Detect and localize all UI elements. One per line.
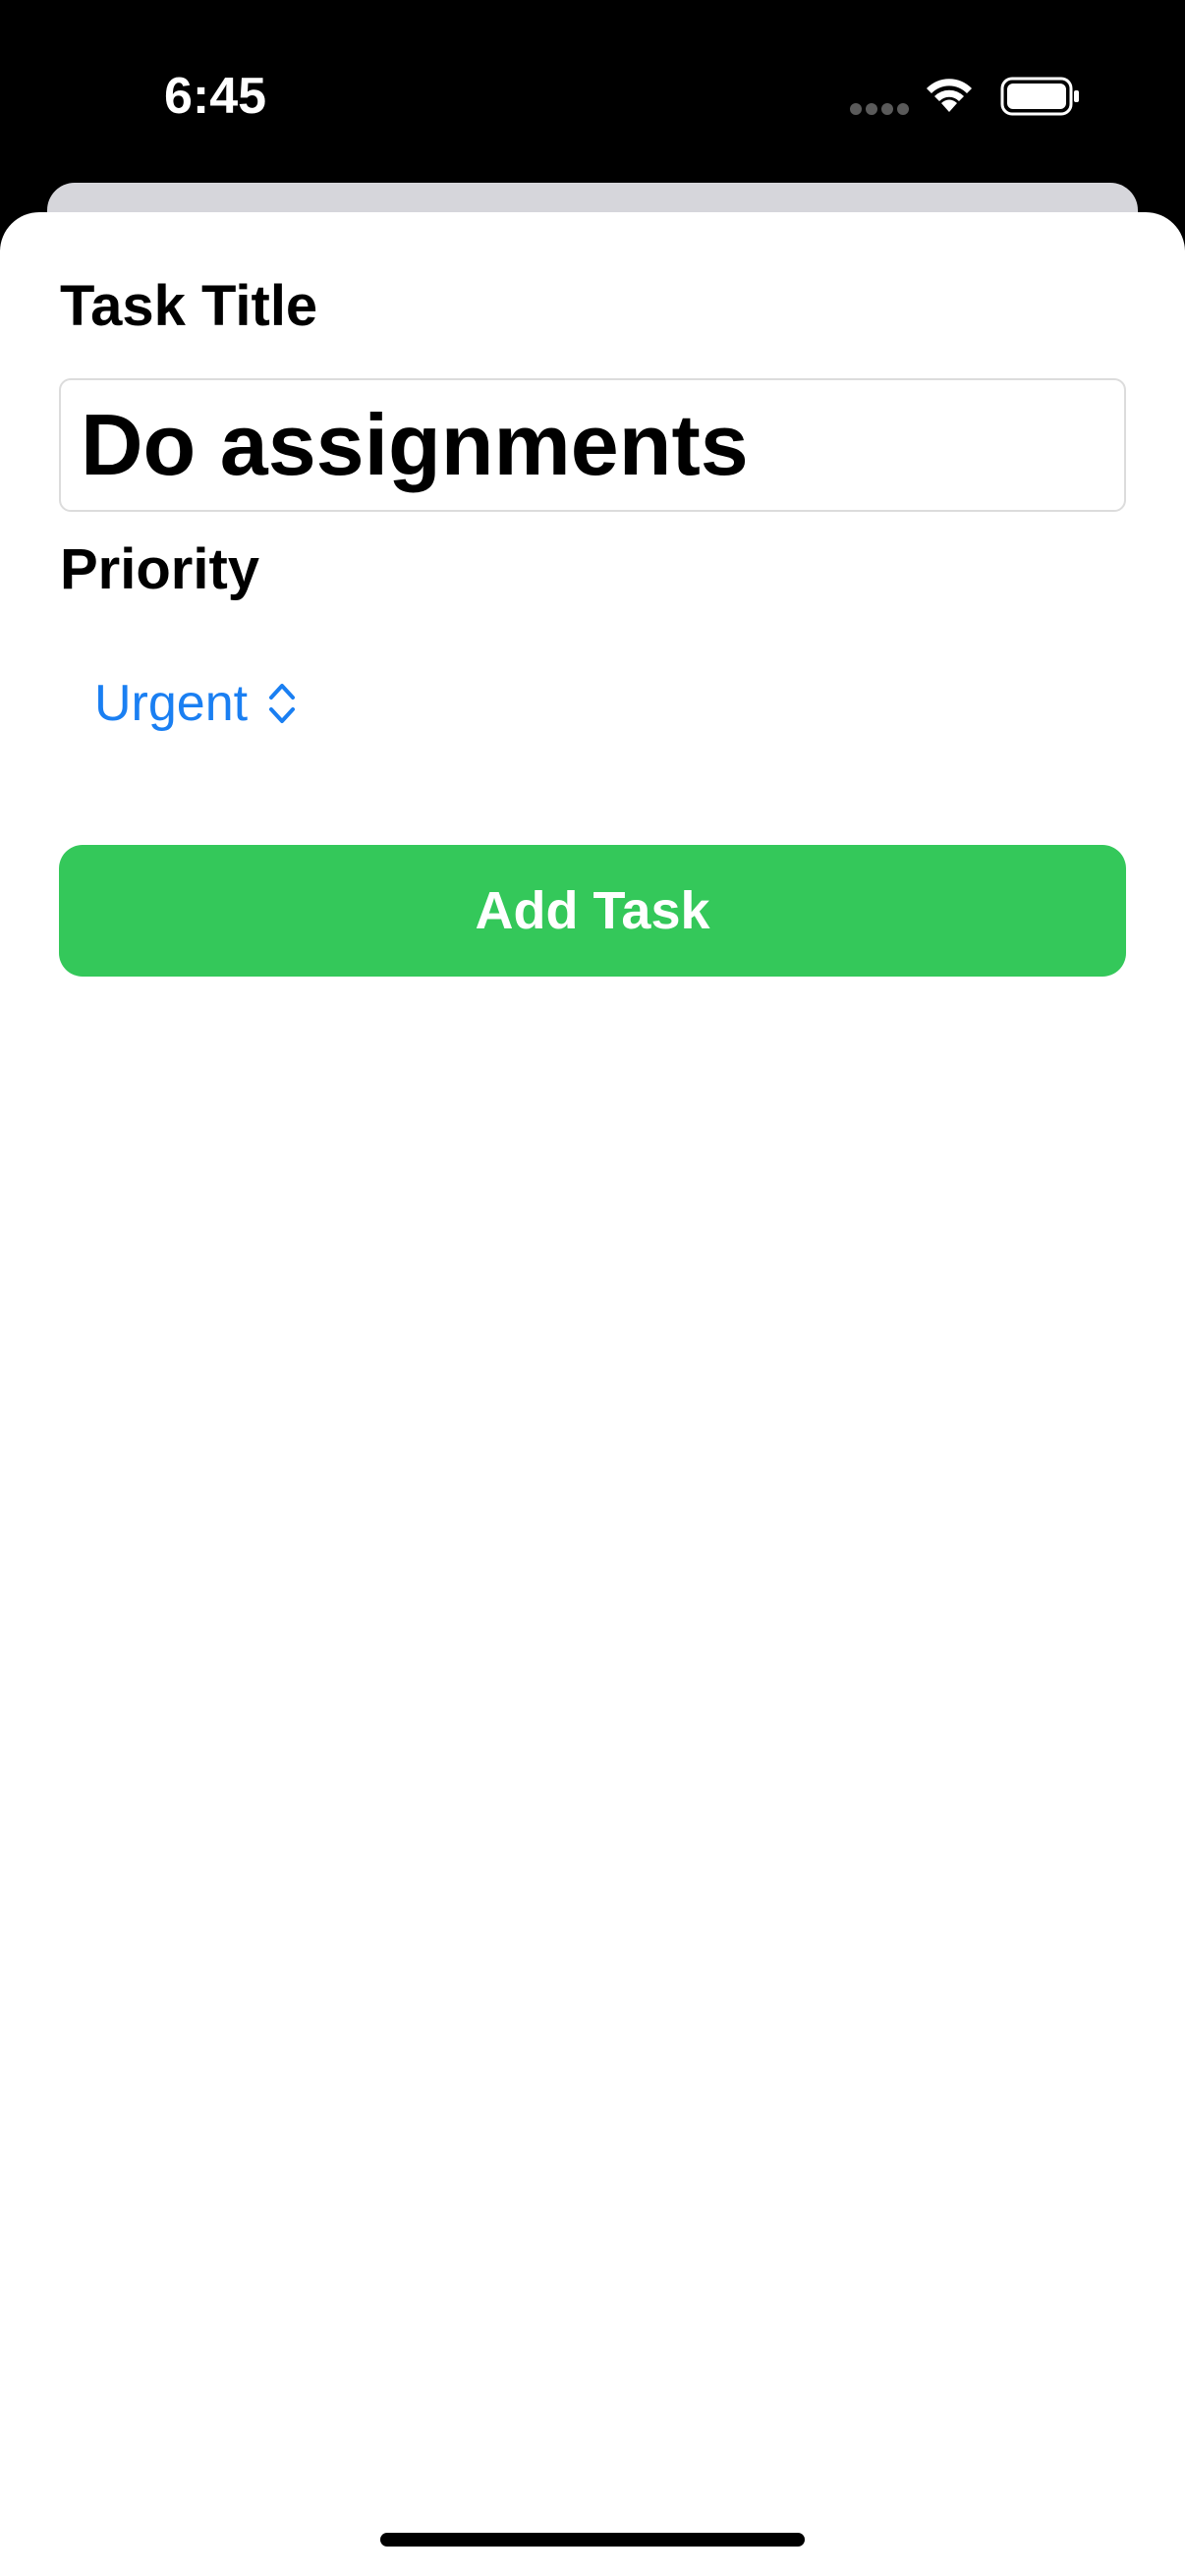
priority-picker-value: Urgent	[94, 675, 249, 732]
status-bar: 6:45	[0, 0, 1185, 187]
signal-dots-icon	[850, 103, 909, 115]
wifi-icon	[927, 79, 972, 112]
status-time: 6:45	[164, 68, 267, 125]
task-title-input[interactable]	[59, 378, 1126, 512]
chevron-up-down-icon	[269, 684, 296, 723]
add-task-button[interactable]: Add Task	[59, 845, 1126, 977]
priority-picker[interactable]: Urgent	[94, 664, 297, 743]
home-indicator	[380, 2533, 805, 2547]
task-title-label: Task Title	[60, 274, 318, 338]
battery-icon	[1000, 77, 1079, 116]
priority-label: Priority	[60, 537, 260, 601]
